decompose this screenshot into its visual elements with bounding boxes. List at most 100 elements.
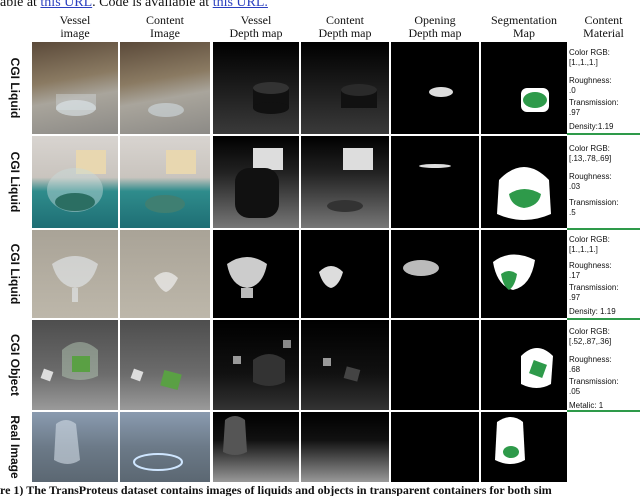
material-line: .5	[569, 208, 576, 217]
material-line: Transmission:	[569, 98, 619, 107]
col-header-line2: Depth map	[408, 26, 462, 40]
segmentation-mask	[521, 348, 553, 388]
row-separator	[567, 410, 640, 412]
vessel-image-r5	[32, 412, 118, 482]
segmentation-mask	[493, 254, 535, 290]
material-line: [.52,.87,.36]	[569, 337, 612, 346]
vessel-depth-shape	[253, 82, 289, 114]
material-box-r2: Color RGB: [.13,.78,.69] Roughness: .03 …	[567, 136, 640, 228]
vessel-image-r3	[32, 230, 118, 318]
segmentation-r1	[481, 42, 567, 134]
vessel-image-r2	[32, 136, 118, 228]
material-line: Roughness:	[569, 261, 612, 270]
material-box-r3: Color RGB: [1.,1.,1.] Roughness: .17 Tra…	[567, 231, 640, 318]
material-line: .68	[569, 365, 581, 374]
opening-depth-r1	[391, 42, 479, 134]
row-label-text: Real Image	[8, 415, 22, 479]
vessel-scene-image	[47, 150, 106, 212]
col-header-line2: Map	[513, 26, 535, 40]
col-header-line2: Image	[150, 26, 180, 40]
vessel-depth-shape	[233, 340, 291, 386]
intro-prefix: able at	[0, 0, 41, 10]
material-line: Color RGB:	[569, 327, 610, 336]
content-scene-image	[130, 368, 182, 391]
content-depth-shape	[341, 84, 377, 108]
content-image-r5	[120, 412, 210, 482]
segmentation-r2	[481, 136, 567, 228]
material-line: [1.,1.,1.]	[569, 58, 598, 67]
col-header-vessel-image: Vessel image	[32, 14, 118, 40]
col-header-line2: Material	[583, 26, 624, 40]
row-separator	[567, 228, 640, 230]
material-line: Transmission:	[569, 198, 619, 207]
col-header-content-depth: Content Depth map	[301, 14, 389, 40]
row-label-text: CGI Object	[8, 333, 22, 397]
row-label-3: CGI Liquid	[0, 230, 30, 318]
content-depth-r2	[301, 136, 389, 228]
material-line: Transmission:	[569, 377, 619, 386]
col-header-line2: Depth map	[318, 26, 372, 40]
opening-depth-r4	[391, 320, 479, 410]
material-line: Roughness:	[569, 172, 612, 181]
intro-middle: . Code is available at	[92, 0, 213, 10]
row-label-text: CGI Liquid	[8, 57, 22, 119]
segmentation-r5	[481, 412, 567, 482]
row-label-1: CGI Liquid	[0, 42, 30, 134]
material-line: Color RGB:	[569, 235, 610, 244]
material-line: [1.,1.,1.]	[569, 245, 598, 254]
segmentation-mask	[497, 167, 551, 220]
content-depth-r5	[301, 412, 389, 482]
row-separator	[567, 133, 640, 135]
opening-depth-r2	[391, 136, 479, 228]
segmentation-r4	[481, 320, 567, 410]
material-line: .97	[569, 108, 581, 117]
row-label-4: CGI Object	[0, 320, 30, 410]
col-header-material: Content Material	[567, 14, 640, 40]
vessel-depth-shape	[235, 148, 283, 218]
segmentation-mask	[521, 88, 549, 112]
opening-depth-r3	[391, 230, 479, 318]
col-header-content-image: Content Image	[120, 14, 210, 40]
material-line: .97	[569, 293, 581, 302]
vessel-depth-shape	[223, 416, 247, 455]
vessel-depth-r2	[213, 136, 299, 228]
glass-cup-image	[56, 94, 96, 116]
material-line: [.13,.78,.69]	[569, 154, 612, 163]
material-line: Roughness:	[569, 355, 612, 364]
vessel-depth-r4	[213, 320, 299, 410]
opening-ellipse	[429, 87, 453, 97]
vessel-image-r1	[32, 42, 118, 134]
row-separator	[567, 318, 640, 320]
content-image-r4	[120, 320, 210, 410]
dataset-url-link[interactable]: this URL	[40, 0, 92, 10]
content-depth-shape	[319, 266, 343, 288]
content-depth-r3	[301, 230, 389, 318]
content-image-r3	[120, 230, 210, 318]
row-label-text: CGI Liquid	[8, 243, 22, 305]
material-line: .0	[569, 86, 576, 95]
intro-text-line: able at this URL. Code is available at t…	[0, 0, 640, 10]
col-header-line2: Depth map	[229, 26, 283, 40]
row-label-2: CGI Liquid	[0, 136, 30, 228]
material-line: Color RGB:	[569, 144, 610, 153]
material-box-r1: Color RGB: [1.,1.,1.] Roughness: .0 Tran…	[567, 42, 640, 134]
material-line: Density: 1.19	[569, 307, 616, 316]
segmentation-mask	[495, 417, 525, 464]
vessel-depth-r1	[213, 42, 299, 134]
material-line: .17	[569, 271, 581, 280]
opening-depth-r5	[391, 412, 479, 482]
material-line: Transmission:	[569, 283, 619, 292]
content-scene-image	[133, 453, 183, 471]
liquid-content-image	[148, 103, 184, 117]
row-label-text: CGI Liquid	[8, 151, 22, 213]
segmentation-r3	[481, 230, 567, 318]
vessel-image-r4	[32, 320, 118, 410]
content-image-r1	[120, 42, 210, 134]
code-url-link[interactable]: this URL.	[213, 0, 268, 10]
material-line: Roughness:	[569, 76, 612, 85]
opening-ellipse	[403, 260, 439, 276]
col-header-opening-depth: Opening Depth map	[391, 14, 479, 40]
col-header-vessel-depth: Vessel Depth map	[213, 14, 299, 40]
vessel-depth-r3	[213, 230, 299, 318]
col-header-line2: image	[60, 26, 90, 40]
